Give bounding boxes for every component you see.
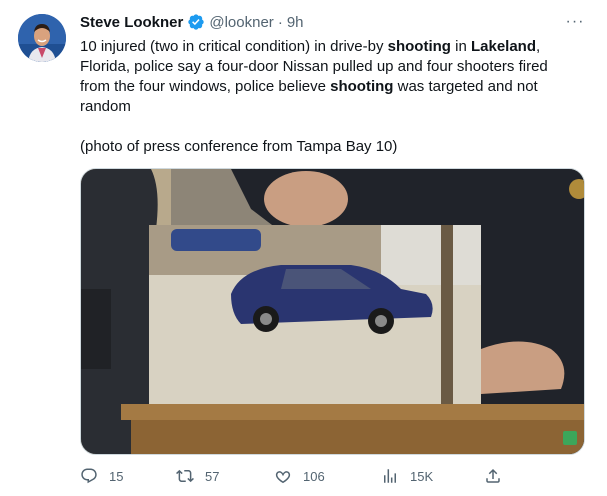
separator-dot: · bbox=[277, 13, 283, 31]
reply-button[interactable]: 15 bbox=[80, 464, 123, 488]
tweet: Steve Lookner @lookner · 9h ··· 10 injur… bbox=[0, 0, 607, 496]
views-icon bbox=[381, 467, 399, 485]
tweet-header: Steve Lookner @lookner · 9h bbox=[80, 12, 304, 32]
more-options-button[interactable]: ··· bbox=[560, 10, 590, 34]
text-segment: in bbox=[450, 38, 471, 55]
retweet-button[interactable]: 57 bbox=[176, 464, 219, 488]
tweet-actions: 15 57 106 15K bbox=[80, 464, 585, 488]
text-segment: 10 injured (two in critical condition) i… bbox=[80, 38, 388, 55]
like-button[interactable]: 106 bbox=[274, 464, 325, 488]
avatar[interactable] bbox=[18, 14, 66, 62]
highlighted-keyword: Lakeland bbox=[470, 38, 537, 55]
share-icon bbox=[484, 467, 502, 485]
views-count: 15K bbox=[410, 468, 434, 484]
retweet-count: 57 bbox=[205, 468, 220, 484]
like-icon bbox=[274, 467, 292, 485]
like-count: 106 bbox=[303, 468, 325, 484]
photo-credit: (photo of press conference from Tampa Ba… bbox=[80, 138, 398, 155]
tweet-text: 10 injured (two in critical condition) i… bbox=[80, 37, 580, 157]
retweet-icon bbox=[176, 467, 194, 485]
tweet-timestamp[interactable]: 9h bbox=[287, 14, 304, 31]
highlighted-keyword: shooting bbox=[330, 78, 394, 95]
reply-icon bbox=[80, 467, 98, 485]
reply-count: 15 bbox=[109, 468, 124, 484]
share-button[interactable] bbox=[484, 464, 502, 488]
tweet-photo[interactable] bbox=[80, 168, 585, 455]
author-handle[interactable]: @lookner bbox=[209, 14, 273, 31]
more-horizontal-icon: ··· bbox=[565, 13, 585, 30]
highlighted-keyword: shooting bbox=[387, 38, 451, 55]
tweet-body: 10 injured (two in critical condition) i… bbox=[80, 37, 580, 117]
author-name[interactable]: Steve Lookner bbox=[80, 14, 183, 31]
views-button[interactable]: 15K bbox=[381, 464, 433, 488]
verified-badge-icon bbox=[187, 13, 205, 31]
